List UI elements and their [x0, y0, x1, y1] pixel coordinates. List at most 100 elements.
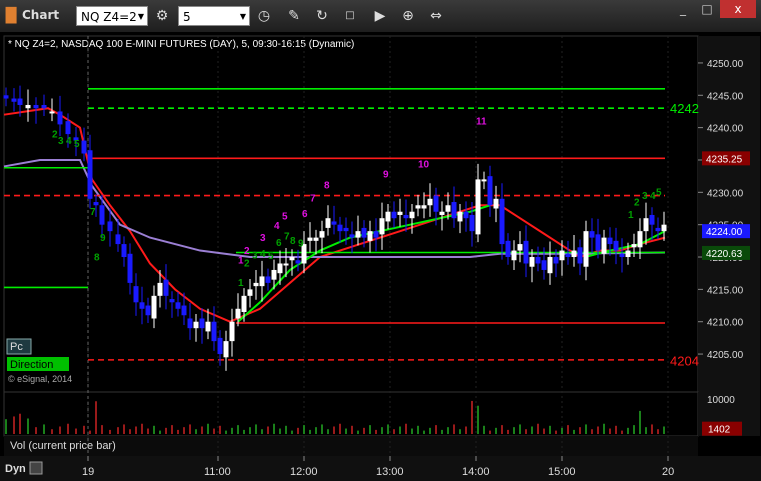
study-icon[interactable]: □ — [340, 6, 360, 26]
chevron-down-icon[interactable]: ▼ — [138, 7, 144, 27]
play-icon[interactable]: ▶ — [370, 6, 390, 26]
candle-body — [49, 111, 55, 114]
count-label: 9 — [100, 233, 106, 244]
candle-body — [655, 227, 661, 232]
candle-body — [33, 104, 39, 109]
candle-body — [133, 286, 139, 303]
count-label: 4 — [274, 221, 280, 232]
count-label: 8 — [94, 252, 100, 263]
candle-body — [385, 211, 391, 222]
dyn-toggle-icon[interactable] — [29, 461, 43, 475]
candle-body — [403, 214, 409, 219]
symbol-input[interactable]: NQ Z4=2 ▼ — [76, 6, 148, 26]
candle-body — [487, 176, 493, 206]
refresh-icon[interactable]: ↻ — [312, 6, 332, 26]
dyn-label: Dyn — [5, 463, 26, 475]
interval-select[interactable]: 5 ▼ — [178, 6, 250, 26]
candle-body — [41, 104, 47, 109]
candle-body — [127, 253, 133, 283]
title-bar: █ Chart NQ Z4=2 ▼ ⚙ 5 ▼ ◷ ✎ ↻ □ ▶ ⊕ ⇔ _ … — [0, 0, 761, 33]
candle-body — [607, 237, 613, 245]
candle-body — [271, 269, 277, 280]
count-label: 2 — [244, 246, 250, 257]
candle-body — [115, 234, 121, 245]
count-label: 3 — [252, 250, 258, 261]
candle-body — [229, 321, 235, 342]
minimize-button[interactable]: _ — [672, 0, 694, 18]
count-label: 5 — [268, 251, 274, 262]
candle-body — [211, 321, 217, 342]
zoom-icon[interactable]: ⊕ — [398, 6, 418, 26]
candle-body — [217, 337, 223, 355]
candle-body — [355, 231, 361, 238]
count-label: 8 — [290, 236, 296, 247]
candle-body — [145, 305, 151, 316]
candle-body — [613, 240, 619, 251]
x-tick-label: 19 — [82, 466, 94, 478]
candle-body — [87, 150, 93, 199]
candle-body — [427, 198, 433, 206]
candle-body — [181, 305, 187, 316]
count-label: 9 — [298, 239, 304, 250]
candle-body — [139, 302, 145, 309]
candle-body — [481, 179, 487, 182]
count-label: 6 — [302, 209, 308, 220]
x-tick-label: 14:00 — [462, 466, 490, 478]
close-button[interactable]: x — [720, 0, 756, 18]
y-tick-label: 4215.00 — [707, 285, 744, 296]
x-tick-label: 20 — [662, 466, 674, 478]
count-label: 3 — [642, 191, 648, 202]
x-tick-label: 15:00 — [548, 466, 576, 478]
candle-body — [541, 260, 547, 270]
price-axis-panel — [698, 36, 760, 392]
count-label: 2 — [634, 197, 640, 208]
volume-panel-label: Vol (current price bar) — [10, 440, 116, 452]
candle-body — [505, 240, 511, 258]
chevron-down-icon[interactable]: ▼ — [240, 7, 246, 27]
candle-body — [193, 321, 199, 329]
price-chart[interactable]: * NQ Z4=2, NASDAQ 100 E-MINI FUTURES (DA… — [0, 32, 761, 481]
clock-icon[interactable]: ◷ — [254, 6, 274, 26]
candle-body — [223, 341, 229, 358]
candle-body — [277, 263, 283, 274]
candle-body — [265, 276, 271, 283]
candle-body — [331, 221, 337, 225]
candle-body — [343, 227, 349, 232]
candle-body — [11, 98, 17, 102]
price-label: 4224.00 — [706, 227, 743, 238]
candle-body — [445, 205, 451, 212]
symbol-value: NQ Z4=2 — [81, 10, 137, 24]
candle-body — [559, 250, 565, 261]
count-label: 3 — [260, 233, 266, 244]
count-label: 5 — [656, 188, 662, 199]
candle-body — [451, 202, 457, 219]
candle-body — [373, 231, 379, 238]
candle-body — [433, 195, 439, 212]
candle-body — [361, 227, 367, 238]
settings-gear-icon[interactable]: ⚙ — [152, 6, 172, 26]
pencil-icon[interactable]: ✎ — [284, 6, 304, 26]
count-label: 8 — [324, 180, 330, 191]
link-icon[interactable]: ⇔ — [426, 6, 446, 26]
direction-tag-label: Direction — [10, 359, 53, 371]
candle-body — [409, 211, 415, 219]
candle-body — [571, 250, 577, 258]
candle-body — [397, 211, 403, 215]
candle-body — [307, 237, 313, 241]
candle-body — [65, 121, 71, 135]
count-label: 2 — [244, 259, 250, 270]
candle-body — [415, 205, 421, 209]
candle-body — [25, 104, 31, 109]
candle-body — [565, 253, 571, 258]
maximize-button[interactable]: □ — [696, 0, 718, 18]
candle-body — [589, 231, 595, 238]
candle-body — [649, 214, 655, 225]
candle-body — [151, 295, 157, 319]
candle-body — [391, 211, 397, 219]
y-tick-label: 4230.00 — [707, 188, 744, 199]
count-label: 1 — [628, 210, 634, 221]
candle-body — [637, 231, 643, 248]
window-title: Chart — [22, 8, 60, 22]
count-label: 5 — [74, 139, 80, 150]
candle-body — [319, 231, 325, 238]
